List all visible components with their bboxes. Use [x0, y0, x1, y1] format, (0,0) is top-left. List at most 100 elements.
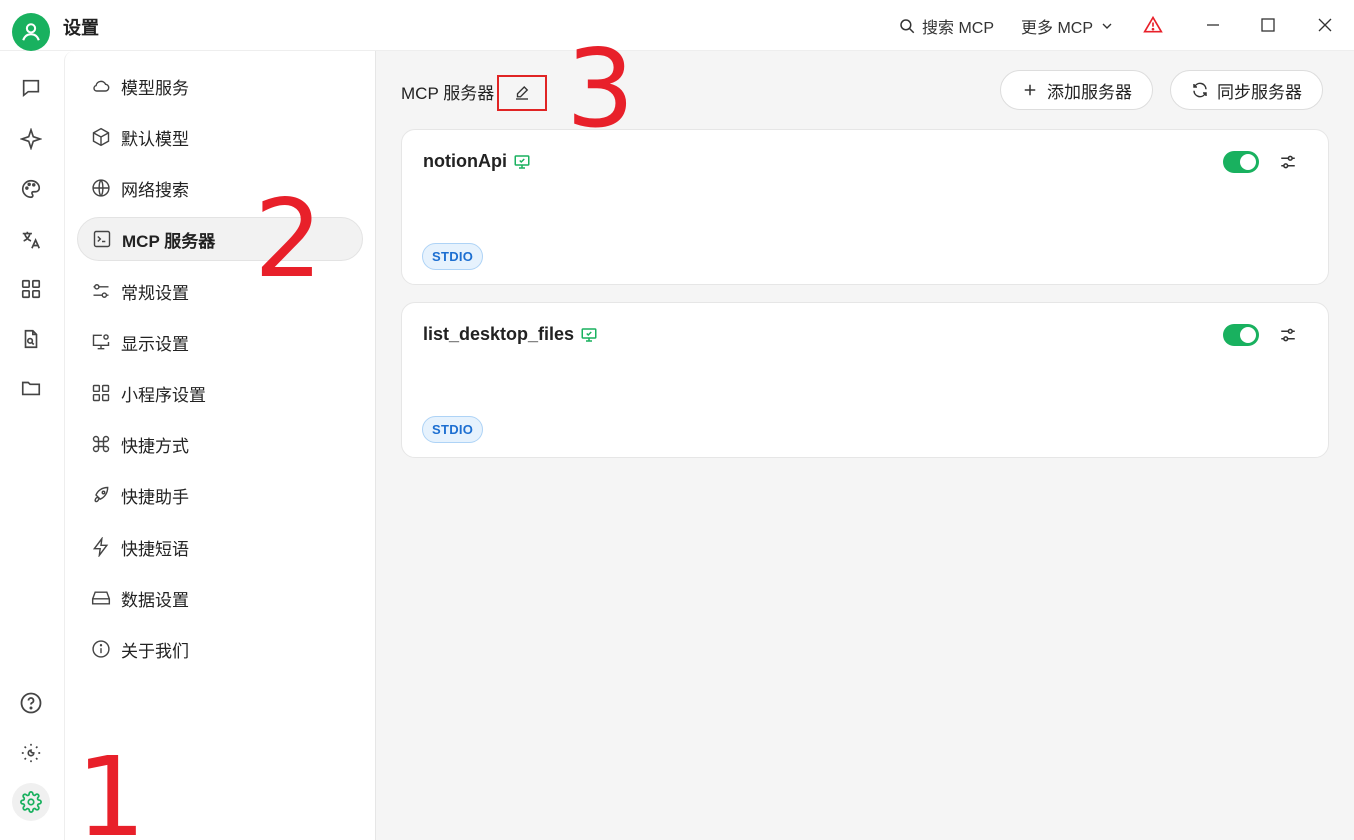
- app-title: 设置: [63, 18, 99, 38]
- add-server-label: 添加服务器: [1047, 82, 1132, 102]
- sidebar-item-label: 小程序设置: [121, 385, 206, 405]
- sidebar-item-quick-phrases[interactable]: 快捷短语: [77, 525, 363, 569]
- search-mcp-button[interactable]: 搜索 MCP: [898, 14, 994, 38]
- zap-icon: [92, 537, 109, 557]
- palette-icon: [22, 179, 41, 199]
- server-name-row: notionApi: [423, 151, 531, 172]
- server-card[interactable]: notionApi STDIO: [401, 129, 1329, 285]
- sparkle-icon: [20, 128, 42, 150]
- sidebar-item-label: 关于我们: [121, 641, 189, 661]
- edit-button[interactable]: [497, 75, 547, 111]
- server-settings-button[interactable]: [1276, 323, 1300, 347]
- annotation-number-3: 3: [566, 27, 635, 152]
- annotation-number-1: 1: [76, 733, 146, 840]
- server-settings-button[interactable]: [1276, 150, 1300, 174]
- sidebar-item-label: 数据设置: [121, 590, 189, 610]
- minimize-icon: [1207, 24, 1219, 26]
- toggle-knob: [1240, 154, 1256, 170]
- rail-chat[interactable]: [12, 69, 50, 107]
- sidebar-item-label: 网络搜索: [121, 180, 189, 200]
- toggle-knob: [1240, 327, 1256, 343]
- cloud-icon: [93, 80, 110, 92]
- settings-sidebar: 模型服务 默认模型 网络搜索 MCP 服务器 常规设置 显示设置 小程序设置 快…: [64, 51, 376, 840]
- rail-settings[interactable]: [12, 783, 50, 821]
- rail-files[interactable]: [12, 369, 50, 407]
- sidebar-item-about[interactable]: 关于我们: [77, 627, 363, 671]
- sidebar-item-shortcuts[interactable]: 快捷方式: [77, 422, 363, 466]
- server-name: list_desktop_files: [423, 324, 575, 344]
- server-card[interactable]: list_desktop_files STDIO: [401, 302, 1329, 458]
- folder-icon: [21, 381, 41, 396]
- server-enable-toggle[interactable]: [1223, 151, 1259, 173]
- title-bar: 设置 搜索 MCP 更多 MCP: [0, 0, 1354, 51]
- settings-icon: [20, 791, 42, 813]
- minimize-button[interactable]: [1198, 10, 1228, 40]
- maximize-icon: [1261, 18, 1275, 32]
- sidebar-item-label: 模型服务: [121, 78, 189, 98]
- document-search-icon: [24, 329, 38, 349]
- server-type-badge: STDIO: [422, 243, 484, 270]
- warning-icon: [1143, 15, 1163, 33]
- icon-rail: [0, 51, 64, 840]
- server-type-badge: STDIO: [422, 416, 484, 443]
- sidebar-item-default-model[interactable]: 默认模型: [77, 115, 363, 159]
- rail-theme[interactable]: [12, 734, 50, 772]
- main-content: MCP 服务器 添加服务器 同步服务器 notionApi STDIO list…: [376, 51, 1354, 840]
- user-avatar[interactable]: [12, 13, 50, 51]
- sidebar-item-miniapp-settings[interactable]: 小程序设置: [77, 371, 363, 415]
- rail-translate[interactable]: [12, 221, 50, 259]
- monitor-gear-icon: [92, 334, 110, 350]
- sliders-icon: [1281, 155, 1295, 169]
- add-server-button[interactable]: 添加服务器: [1000, 70, 1153, 110]
- more-mcp-label: 更多 MCP: [1021, 20, 1094, 37]
- sidebar-item-label: MCP 服务器: [122, 231, 216, 251]
- close-icon: [1318, 18, 1332, 32]
- sync-server-button[interactable]: 同步服务器: [1170, 70, 1323, 110]
- plus-icon: [1024, 84, 1036, 96]
- globe-icon: [92, 179, 110, 197]
- sidebar-item-label: 默认模型: [121, 129, 189, 149]
- more-mcp-dropdown[interactable]: 更多 MCP: [1021, 14, 1115, 38]
- sidebar-item-display-settings[interactable]: 显示设置: [77, 320, 363, 364]
- cube-icon: [92, 127, 110, 147]
- chat-icon: [22, 79, 40, 98]
- chevron-down-icon: [1102, 23, 1112, 29]
- annotation-number-2: 2: [254, 177, 323, 302]
- warning-button[interactable]: [1141, 13, 1165, 37]
- close-button[interactable]: [1310, 10, 1340, 40]
- page-title: MCP 服务器: [401, 84, 495, 103]
- rail-paint[interactable]: [12, 170, 50, 208]
- rail-help[interactable]: [12, 684, 50, 722]
- sidebar-item-label: 快捷方式: [121, 436, 189, 456]
- drive-icon: [91, 591, 111, 605]
- rail-assistant[interactable]: [12, 120, 50, 158]
- sidebar-item-label: 常规设置: [121, 283, 189, 303]
- theme-icon: [21, 743, 41, 763]
- help-icon: [20, 692, 42, 714]
- sidebar-item-label: 显示设置: [121, 334, 189, 354]
- rail-apps[interactable]: [12, 270, 50, 308]
- rail-knowledge[interactable]: [12, 320, 50, 358]
- sidebar-item-label: 快捷助手: [121, 487, 189, 507]
- apps-grid-icon: [21, 279, 41, 299]
- server-name-row: list_desktop_files: [423, 324, 598, 345]
- pencil-icon: [516, 86, 529, 100]
- info-icon: [92, 640, 110, 658]
- translate-icon: [22, 231, 41, 249]
- sidebar-item-data-settings[interactable]: 数据设置: [77, 576, 363, 620]
- server-enable-toggle[interactable]: [1223, 324, 1259, 346]
- grid-icon: [92, 384, 110, 402]
- server-name: notionApi: [423, 151, 507, 171]
- user-icon: [22, 23, 40, 41]
- sliders-icon: [93, 284, 109, 298]
- maximize-button[interactable]: [1253, 10, 1283, 40]
- search-mcp-label: 搜索 MCP: [922, 20, 995, 37]
- command-icon: [92, 435, 110, 453]
- sidebar-item-quick-assistant[interactable]: 快捷助手: [77, 473, 363, 517]
- sliders-icon: [1281, 328, 1295, 342]
- monitor-check-icon: [581, 327, 597, 342]
- search-icon: [900, 19, 915, 34]
- sync-server-label: 同步服务器: [1217, 82, 1302, 102]
- sidebar-item-model-service[interactable]: 模型服务: [77, 64, 363, 108]
- rocket-icon: [94, 486, 109, 503]
